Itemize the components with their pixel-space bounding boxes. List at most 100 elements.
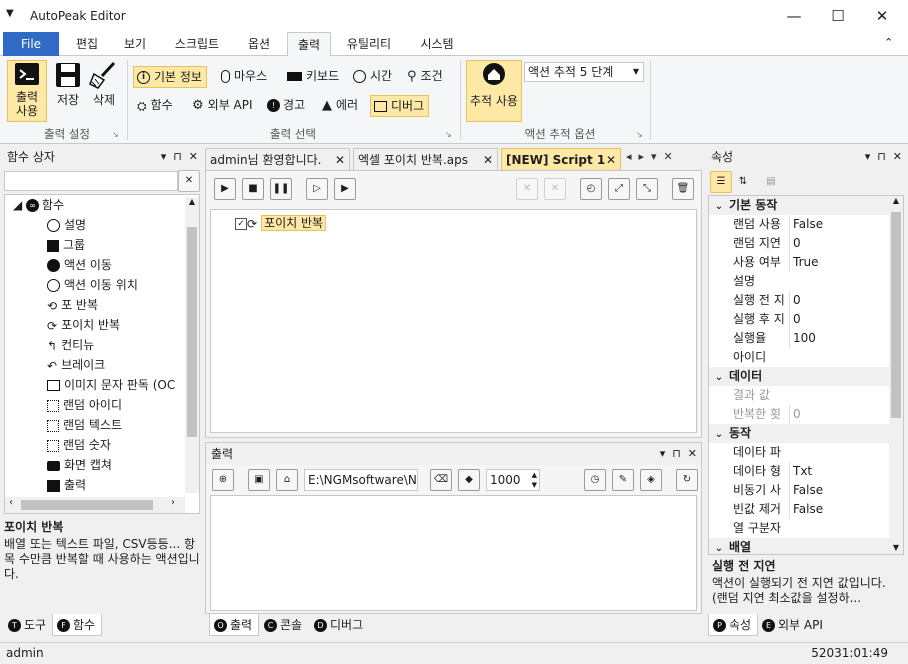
categorized-view-button[interactable]: ☰ [710,171,732,193]
tree-item[interactable]: 화면 캡쳐 [47,455,112,475]
tab-edit[interactable]: 편집 [66,32,108,56]
keyboard-toggle[interactable]: 키보드 [284,66,343,88]
play-button[interactable]: ▶ [214,178,236,200]
doc-tab-excel[interactable]: 엑셀 포이치 반복.aps ✕ [353,148,498,170]
tree-item[interactable]: 액션 이동 [47,255,112,275]
tree-item[interactable]: 랜덤 숫자 [47,435,111,455]
tree-item[interactable]: 액션 이동 위치 [47,275,138,295]
maximize-button[interactable]: ☐ [816,4,860,28]
step-button[interactable]: ▷ [306,178,328,200]
tab-tools[interactable]: T 도구 [4,614,52,636]
property-category[interactable]: ⌄ 동작 [709,424,889,443]
tree-item[interactable]: 이미지 문자 판독 (OC [47,375,175,395]
dialog-launcher-icon[interactable]: ↘ [112,130,119,139]
tab-system[interactable]: 시스템 [408,32,466,56]
eraser-button[interactable]: ◆ [458,469,480,491]
property-category[interactable]: ⌄ 기본 동작 [709,196,889,215]
doc-tab-script1[interactable]: [NEW] Script 1 ✕ [501,148,621,170]
property-row[interactable]: 설명 [709,272,889,291]
property-scrollbar[interactable]: ▲ ▼ [889,196,903,554]
timer-button[interactable]: ◴ [580,178,602,200]
property-row[interactable]: 아이디 [709,348,889,367]
collapse-ribbon-icon[interactable]: ⌃ [884,36,893,49]
tree-item[interactable]: 출력 [47,475,86,495]
system-menu-icon[interactable]: ▼ [6,8,14,19]
tab-properties[interactable]: P 속성 [708,614,759,636]
tab-script[interactable]: 스크립트 [166,32,228,56]
panel-controls[interactable]: ▾ ⊓ ✕ [865,146,902,168]
clock-button[interactable]: ◷ [584,469,606,491]
tree-item[interactable]: 그룹 [47,235,85,255]
condition-toggle[interactable]: ⚲ 조건 [404,66,447,88]
property-row[interactable]: 실행율 100 [709,329,889,348]
tree-item[interactable]: 랜덤 텍스트 [47,415,122,435]
tree-item[interactable]: ↰ 컨티뉴 [47,335,94,355]
dialog-launcher-icon[interactable]: ↘ [636,130,643,139]
close-button[interactable]: ✕ [860,4,904,28]
property-row[interactable]: 빈값 제거 False [709,500,889,519]
broom-button[interactable]: ⌫ [430,469,452,491]
error-toggle[interactable]: ▲ 에러 [319,95,362,117]
tab-view[interactable]: 보기 [114,32,156,56]
script-canvas[interactable]: ✓ ⟳ 포이치 반복 [210,209,697,433]
tree-item[interactable]: 랜덤 아이디 [47,395,122,415]
property-row[interactable]: 결과 값 [709,386,889,405]
tree-vertical-scrollbar[interactable]: ▲ [185,197,199,493]
delete-button[interactable]: 🗑 [672,178,694,200]
clear-all-button[interactable]: ✕ [544,178,566,200]
stop-button[interactable]: ■ [242,178,264,200]
delete-output-button[interactable]: 삭제 [86,60,122,122]
function-toggle[interactable]: ⛭ 함수 [134,95,177,117]
property-pages-button[interactable]: ▤ [760,171,782,193]
mouse-toggle[interactable]: 마우스 [218,66,271,88]
tab-output[interactable]: 출력 [287,32,331,57]
tab-debug[interactable]: D 디버그 [310,614,369,636]
tab-options[interactable]: 옵션 [238,32,280,56]
property-row[interactable]: 반복한 횟 0 [709,405,889,424]
tree-root[interactable]: ◢ ∞ 함수 [13,195,64,215]
property-row[interactable]: 비동기 사 False [709,481,889,500]
clear-search-button[interactable]: ✕ [178,170,200,192]
clear-breakpoint-button[interactable]: ✕ [516,178,538,200]
property-category[interactable]: ⌄ 배열 [709,538,889,554]
debug-toggle[interactable]: 디버그 [370,95,430,117]
print-use-button[interactable]: 출력 사용 [7,60,47,122]
expand-button[interactable]: ⤢ [608,178,630,200]
tab-functions[interactable]: F 함수 [52,614,103,636]
property-row[interactable]: 랜덤 사용 False [709,215,889,234]
tab-file[interactable]: File [3,32,59,56]
dialog-launcher-icon[interactable]: ↘ [445,130,452,139]
sort-az-button[interactable]: ⇅ [732,171,754,193]
doc-tab-welcome[interactable]: admin님 환영합니다. ✕ [205,148,350,170]
run-to-button[interactable]: ▶ [334,178,356,200]
output-path-input[interactable]: E:\NGMsoftware\NG [304,469,418,491]
property-row[interactable]: 실행 후 지 0 [709,310,889,329]
warning-toggle[interactable]: ! 경고 [264,95,309,117]
output-log[interactable] [210,495,697,611]
property-row[interactable]: 사용 여부 True [709,253,889,272]
collapse-button[interactable]: ⤡ [636,178,658,200]
panel-controls[interactable]: ▾ ⊓ ✕ [161,146,198,168]
external-api-toggle[interactable]: ⚙ 외부 API [189,95,257,117]
panel-controls[interactable]: ▾ ⊓ ✕ [660,443,697,465]
property-row[interactable]: 실행 전 지 0 [709,291,889,310]
property-row[interactable]: 데이타 파 [709,443,889,462]
property-row[interactable]: 열 구분자 [709,519,889,538]
trace-use-button[interactable]: 추적 사용 [466,60,522,122]
tree-item[interactable]: ↶ 브레이크 [47,355,105,375]
save-log-button[interactable]: ▣ [248,469,270,491]
save-output-button[interactable]: 저장 [48,60,88,122]
tab-console[interactable]: C 콘솔 [260,614,308,636]
open-folder-button[interactable]: ⌂ [276,469,298,491]
fill-button[interactable]: ◈ [640,469,662,491]
tab-external-api[interactable]: E 외부 API [758,614,829,636]
time-toggle[interactable]: 시간 [350,66,396,88]
line-count-stepper[interactable]: 1000 ▲ ▼ [486,469,540,491]
new-log-button[interactable]: ⊕ [212,469,234,491]
trace-level-select[interactable]: 액션 추적 5 단계 ▼ [524,62,644,82]
script-node[interactable]: ✓ ⟳ 포이치 반복 [235,214,327,231]
tree-horizontal-scrollbar[interactable]: ‹ › [5,497,185,513]
tree-item[interactable]: 설명 [47,215,86,235]
minimize-button[interactable]: — [772,4,816,28]
refresh-button[interactable]: ↻ [676,469,698,491]
